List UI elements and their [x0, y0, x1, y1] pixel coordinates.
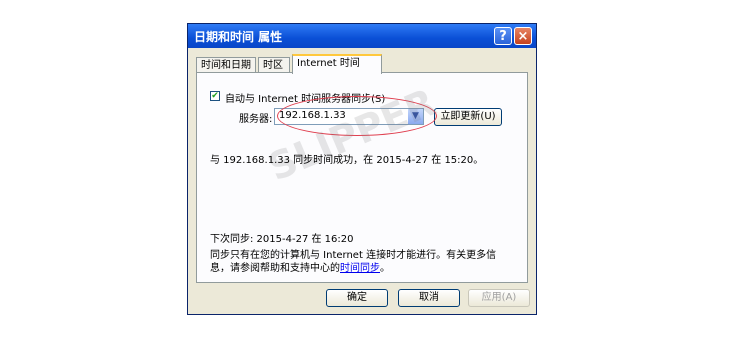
ok-button[interactable]: 确定 — [326, 289, 388, 307]
help-icon[interactable]: ? — [494, 27, 512, 45]
window-title: 日期和时间 属性 — [194, 30, 283, 44]
title-bar[interactable]: 日期和时间 属性 ? × — [188, 24, 536, 48]
internet-time-panel: ✔ 自动与 Internet 时间服务器同步(S) 服务器: 192.168.1… — [196, 72, 528, 283]
info-text-suffix: 。 — [380, 263, 390, 274]
sync-status-text: 与 192.168.1.33 同步时间成功，在 2015-4-27 在 15:2… — [210, 155, 484, 166]
info-text-line2: 息，请参阅帮助和支持中心的时间同步。 — [210, 259, 390, 274]
cancel-button[interactable]: 取消 — [398, 289, 460, 307]
sync-checkbox[interactable]: ✔ — [210, 91, 220, 101]
info-text-prefix: 息，请参阅帮助和支持中心的 — [210, 263, 340, 274]
next-sync-text: 下次同步: 2015-4-27 在 16:20 — [210, 234, 354, 245]
tab-time-and-date[interactable]: 时间和日期 — [196, 57, 256, 73]
date-time-properties-dialog: 日期和时间 属性 ? × 时间和日期 时区 Internet 时间 ✔ 自动与 … — [187, 23, 537, 315]
update-now-button[interactable]: 立即更新(U) — [434, 108, 502, 126]
time-sync-link[interactable]: 时间同步 — [340, 263, 380, 274]
apply-button[interactable]: 应用(A) — [468, 289, 530, 307]
close-icon[interactable]: × — [514, 27, 532, 45]
server-label: 服务器: — [239, 114, 273, 125]
tab-timezone[interactable]: 时区 — [258, 57, 290, 73]
tab-internet-time[interactable]: Internet 时间 — [292, 54, 382, 74]
